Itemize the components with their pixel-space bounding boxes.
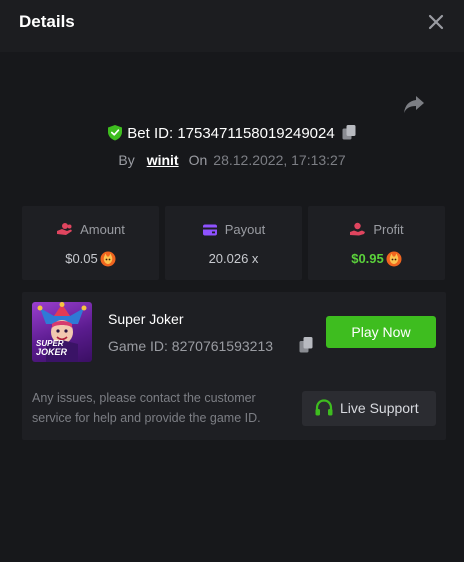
stat-amount: Amount $0.05 xyxy=(22,206,159,280)
bet-id-value: 1753471158019249024 xyxy=(177,125,335,142)
game-panel: SUPER JOKER Super Joker Game ID: 8270761… xyxy=(22,292,446,440)
game-id-line: Game ID: 8270761593213 xyxy=(108,338,273,354)
wallet-icon xyxy=(202,224,217,236)
close-icon[interactable] xyxy=(426,12,446,32)
copy-icon[interactable] xyxy=(341,124,357,141)
bet-id-line: Bet ID: 1753471158019249024 xyxy=(0,124,464,142)
stat-label: Profit xyxy=(373,222,404,237)
share-icon[interactable] xyxy=(403,94,425,114)
stat-value: $0.95 xyxy=(351,251,384,266)
on-label: On xyxy=(188,152,208,168)
bet-details-modal: Details Bet ID: 1753471158019249024 By wi… xyxy=(0,0,464,562)
bet-id-label: Bet ID: xyxy=(127,125,174,142)
bet-meta-line: By winit On 28.12.2022, 17:13:27 xyxy=(0,152,464,168)
shiba-coin-icon xyxy=(100,251,116,267)
copy-icon[interactable] xyxy=(298,336,314,354)
profit-hand-icon xyxy=(350,222,366,236)
stat-label: Payout xyxy=(224,222,266,237)
game-thumbnail[interactable]: SUPER JOKER xyxy=(32,302,92,362)
play-now-button[interactable]: Play Now xyxy=(326,316,436,348)
game-id-value: 8270761593213 xyxy=(171,338,274,354)
thumb-text: JOKER xyxy=(36,347,68,357)
bet-datetime: 28.12.2022, 17:13:27 xyxy=(213,152,346,168)
stat-value: $0.05 xyxy=(65,251,98,266)
by-label: By xyxy=(118,152,135,168)
live-support-label: Live Support xyxy=(340,400,419,416)
modal-title: Details xyxy=(19,12,75,31)
live-support-button[interactable]: Live Support xyxy=(302,391,436,426)
support-info-text: Any issues, please contact the customer … xyxy=(32,391,261,425)
shield-check-icon xyxy=(108,125,123,141)
stat-label: Amount xyxy=(80,222,125,237)
modal-header: Details xyxy=(0,0,464,52)
game-id-label: Game ID: xyxy=(108,338,168,354)
stat-payout: Payout 20.026 x xyxy=(165,206,302,280)
stat-profit: Profit $0.95 xyxy=(308,206,445,280)
coins-hand-icon xyxy=(57,223,73,235)
username-link[interactable]: winit xyxy=(147,152,179,168)
shiba-coin-icon xyxy=(386,251,402,267)
stat-value: 20.026 x xyxy=(208,251,259,266)
game-name: Super Joker xyxy=(108,311,184,327)
headset-icon xyxy=(315,399,333,416)
